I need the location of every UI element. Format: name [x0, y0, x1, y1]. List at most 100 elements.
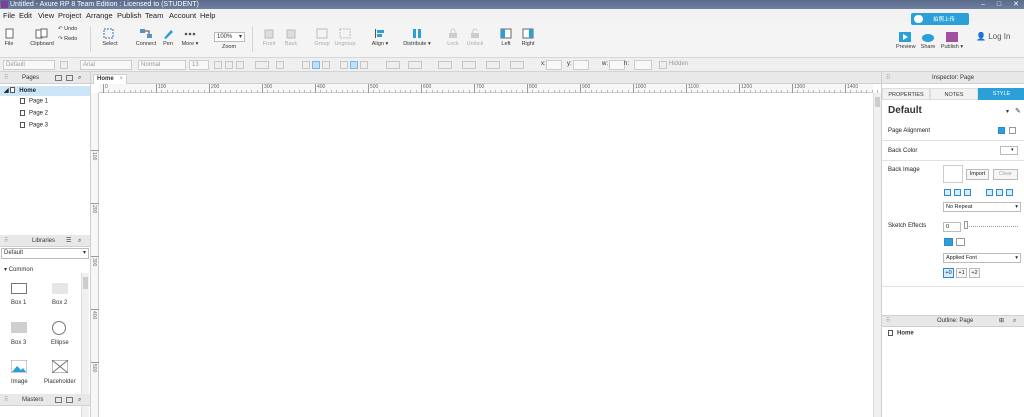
add-page-icon[interactable] — [55, 75, 62, 81]
italic-icon[interactable] — [225, 61, 233, 69]
y-input[interactable] — [573, 60, 589, 70]
menu-account[interactable]: Account — [169, 11, 196, 20]
align-text-left-icon[interactable] — [302, 61, 310, 69]
style-select[interactable]: Default — [3, 60, 55, 70]
sketch-slider[interactable] — [964, 226, 1018, 227]
image-align-bottom-icon[interactable] — [1006, 189, 1013, 196]
font-select[interactable]: Arial — [80, 60, 132, 70]
valign-middle-icon[interactable] — [350, 61, 358, 69]
publish-button[interactable]: Publish ▾ — [940, 32, 964, 50]
menu-file[interactable]: File — [3, 11, 15, 20]
arrow-style-icon[interactable] — [510, 61, 524, 69]
image-align-top-right-icon[interactable] — [964, 189, 971, 196]
align-button[interactable]: Align ▾ — [369, 28, 391, 47]
back-color-picker[interactable]: ▾ — [1000, 146, 1018, 155]
page-item-home[interactable]: ◢ Home — [0, 86, 90, 96]
back-button[interactable]: Back — [282, 28, 300, 47]
front-button[interactable]: Front — [260, 28, 278, 47]
align-page-center-icon[interactable] — [1009, 127, 1016, 134]
fill-color-icon[interactable] — [386, 61, 400, 69]
color-mode-icon[interactable] — [944, 238, 953, 246]
shadow-icon[interactable] — [408, 61, 422, 69]
maximize-icon[interactable]: □ — [992, 0, 1006, 9]
file-button[interactable]: File — [3, 28, 15, 47]
search-icon[interactable]: ⌕ — [78, 72, 81, 84]
grayscale-mode-icon[interactable] — [956, 238, 965, 246]
box3-widget-icon[interactable] — [11, 322, 27, 333]
line-pattern-icon[interactable] — [486, 61, 500, 69]
line-width-icon[interactable] — [462, 61, 476, 69]
canvas-scrollbar[interactable] — [873, 93, 881, 417]
sketch-value-input[interactable]: 0 — [943, 222, 961, 232]
design-canvas[interactable] — [100, 94, 872, 417]
repeat-select[interactable]: No Repeat ▾ — [943, 202, 1021, 212]
right-button[interactable]: Right — [520, 28, 536, 47]
unlock-button[interactable]: Unlock — [466, 28, 484, 47]
page-item-2[interactable]: Page 2 — [20, 110, 48, 117]
image-align-middle-left-icon[interactable] — [986, 189, 993, 196]
add-folder-icon[interactable] — [66, 397, 73, 403]
valign-top-icon[interactable] — [340, 61, 348, 69]
image-align-top-left-icon[interactable] — [944, 189, 951, 196]
edit-style-icon[interactable] — [60, 61, 68, 69]
font-size-select[interactable]: 13 — [189, 60, 209, 70]
menu-view[interactable]: View — [38, 11, 54, 20]
valign-bottom-icon[interactable] — [360, 61, 368, 69]
add-master-icon[interactable] — [55, 397, 62, 403]
font-size-plus1-button[interactable]: +1 — [956, 268, 967, 278]
close-icon[interactable]: ✕ — [1009, 0, 1023, 9]
menu-edit[interactable]: Edit — [19, 11, 32, 20]
login-link[interactable]: 👤 Log In — [976, 32, 1010, 41]
page-item-1[interactable]: Page 1 — [20, 98, 48, 105]
menu-arrange[interactable]: Arrange — [86, 11, 113, 20]
chevron-down-icon[interactable]: ▾ — [1006, 108, 1009, 115]
edit-style-icon[interactable]: ✎ — [1015, 107, 1021, 115]
clear-button[interactable]: Clear — [993, 169, 1018, 180]
pen-button[interactable]: Pen — [160, 28, 176, 47]
library-group-common[interactable]: ▾ Common — [4, 266, 33, 273]
preview-button[interactable]: Preview — [896, 32, 916, 50]
align-text-center-icon[interactable] — [312, 61, 320, 69]
outline-item-home[interactable]: Home — [888, 330, 914, 337]
import-button[interactable]: Import — [966, 169, 989, 180]
line-color-icon[interactable] — [438, 61, 452, 69]
image-align-middle-center-icon[interactable] — [996, 189, 1003, 196]
font-color-icon[interactable] — [255, 61, 269, 69]
menu-publish[interactable]: Publish — [117, 11, 142, 20]
tab-home[interactable]: Home × — [93, 74, 127, 84]
font-size-plus0-button[interactable]: +0 — [943, 268, 954, 278]
box1-widget-icon[interactable] — [11, 283, 27, 294]
hidden-checkbox[interactable] — [659, 61, 667, 69]
library-select[interactable]: Default ▾ — [1, 248, 89, 259]
distribute-button[interactable]: Distribute ▾ — [402, 28, 432, 47]
menu-icon[interactable]: ☰ — [66, 235, 71, 247]
align-text-right-icon[interactable] — [322, 61, 330, 69]
font-size-plus2-button[interactable]: +2 — [969, 268, 980, 278]
search-icon[interactable]: ⌕ — [1013, 316, 1016, 327]
group-button[interactable]: Group — [313, 28, 331, 47]
menu-team[interactable]: Team — [145, 11, 163, 20]
tab-style[interactable]: STYLE — [978, 88, 1024, 100]
box2-widget-icon[interactable] — [52, 283, 68, 294]
sketch-slider-handle[interactable] — [964, 221, 968, 229]
font-weight-select[interactable]: Normal — [138, 60, 186, 70]
height-input[interactable] — [634, 60, 652, 70]
search-icon[interactable]: ⌕ — [78, 235, 81, 247]
ungroup-button[interactable]: Ungroup — [334, 28, 356, 47]
clipboard-button[interactable]: Clipboard — [30, 28, 54, 47]
tab-properties[interactable]: PROPERTIES — [882, 88, 930, 100]
cloud-upload-button[interactable]: 拍照上传 — [911, 13, 969, 25]
left-button[interactable]: Left — [499, 28, 513, 47]
more-button[interactable]: More ▾ — [180, 28, 200, 47]
tab-notes[interactable]: NOTES — [930, 88, 978, 100]
lock-button[interactable]: Lock — [446, 28, 460, 47]
search-icon[interactable]: ⌕ — [78, 394, 81, 406]
align-page-left-icon[interactable] — [998, 127, 1005, 134]
bullet-icon[interactable] — [276, 61, 284, 69]
menu-project[interactable]: Project — [58, 11, 81, 20]
placeholder-widget-icon[interactable] — [52, 360, 68, 373]
undo-button[interactable]: ↶ Undo — [58, 26, 77, 32]
minimize-icon[interactable]: – — [976, 0, 990, 9]
redo-button[interactable]: ↷ Redo — [58, 36, 77, 42]
applied-font-select[interactable]: Applied Font ▾ — [943, 253, 1021, 263]
